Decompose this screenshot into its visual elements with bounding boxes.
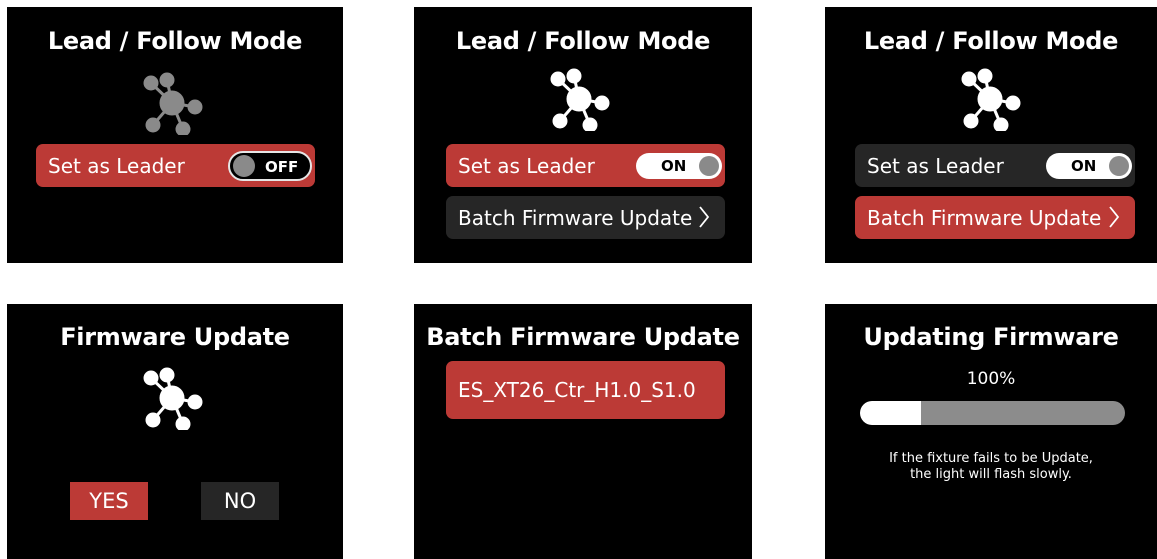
screen-lead-follow-batch-selected: Lead / Follow Mode Set as Leader ON Batc… <box>825 7 1157 263</box>
screen-updating-firmware: Updating Firmware 100% If the fixture fa… <box>825 304 1157 559</box>
update-failure-note: If the fixture fails to be Update, the l… <box>889 451 1093 482</box>
set-as-leader-row[interactable]: Set as Leader ON <box>446 144 725 187</box>
firmware-file-label: ES_XT26_Ctr_H1.0_S1.0 <box>458 378 696 402</box>
no-button[interactable]: NO <box>201 482 279 520</box>
network-hub-icon <box>143 367 203 430</box>
toggle-knob <box>699 156 719 176</box>
leader-toggle[interactable]: OFF <box>228 151 312 181</box>
network-hub-icon <box>961 68 1021 131</box>
screen-firmware-update-confirm: Firmware Update YES NO <box>7 304 343 559</box>
toggle-state-text: OFF <box>265 158 299 176</box>
screen-title: Updating Firmware <box>863 323 1119 351</box>
screen-title: Lead / Follow Mode <box>47 27 303 55</box>
screen-title: Firmware Update <box>60 323 290 351</box>
leader-toggle[interactable]: ON <box>636 153 722 179</box>
screen-batch-firmware-list: Batch Firmware Update ES_XT26_Ctr_H1.0_S… <box>414 304 752 559</box>
leader-toggle[interactable]: ON <box>1046 153 1132 179</box>
chevron-right-icon <box>1109 206 1120 228</box>
network-hub-icon <box>143 72 203 135</box>
batch-firmware-update-row[interactable]: Batch Firmware Update <box>446 196 725 239</box>
progress-bar-fill <box>860 401 921 425</box>
batch-firmware-update-label: Batch Firmware Update <box>458 205 693 230</box>
screen-title: Lead / Follow Mode <box>455 27 711 55</box>
toggle-knob <box>1109 156 1129 176</box>
network-hub-icon <box>550 68 610 131</box>
progress-percent: 100% <box>966 369 1016 389</box>
batch-firmware-update-row[interactable]: Batch Firmware Update <box>855 196 1135 239</box>
set-as-leader-row[interactable]: Set as Leader OFF <box>36 144 315 187</box>
screen-lead-follow-off: Lead / Follow Mode Set as Leader OFF <box>7 7 343 263</box>
firmware-file-item[interactable]: ES_XT26_Ctr_H1.0_S1.0 <box>446 361 725 419</box>
toggle-state-text: ON <box>1071 157 1097 175</box>
set-as-leader-row[interactable]: Set as Leader ON <box>855 144 1135 187</box>
toggle-knob <box>233 155 255 177</box>
progress-bar <box>860 401 1125 425</box>
batch-firmware-update-label: Batch Firmware Update <box>867 205 1102 230</box>
screen-lead-follow-on: Lead / Follow Mode Set as Leader ON Batc… <box>414 7 752 263</box>
screen-title: Lead / Follow Mode <box>863 27 1119 55</box>
yes-button[interactable]: YES <box>70 482 148 520</box>
chevron-right-icon <box>699 206 710 228</box>
screen-title: Batch Firmware Update <box>426 323 740 351</box>
toggle-state-text: ON <box>661 157 687 175</box>
